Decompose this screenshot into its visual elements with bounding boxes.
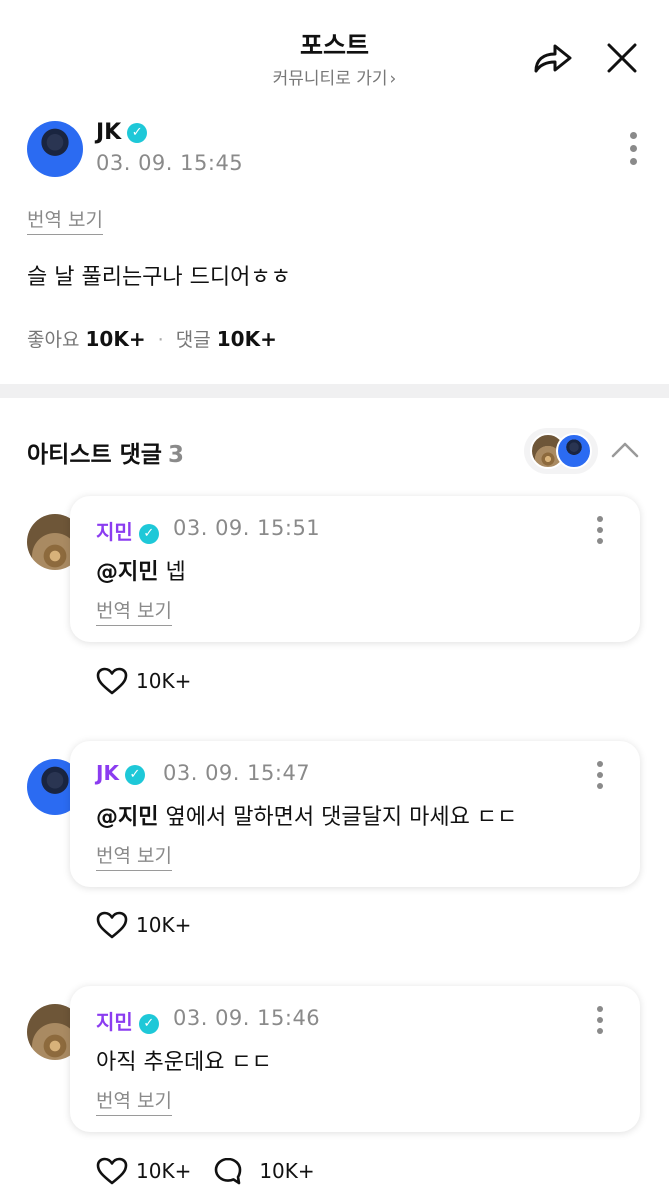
- heart-icon[interactable]: [96, 1157, 128, 1185]
- comment-date: 03. 09. 15:46: [173, 1006, 321, 1030]
- comment-body: 넵: [158, 560, 186, 585]
- comment-more-icon[interactable]: [594, 761, 606, 794]
- comment-more-icon[interactable]: [594, 516, 606, 549]
- comment-body: 옆에서 말하면서 댓글달지 마세요 ㄷㄷ: [158, 805, 518, 830]
- heart-icon[interactable]: [96, 667, 128, 695]
- share-icon[interactable]: [530, 38, 576, 78]
- comment-mention[interactable]: @지민: [96, 560, 158, 585]
- comment-actions: 10K+ 10K+: [96, 1156, 315, 1186]
- comment-mention[interactable]: @지민: [96, 805, 158, 830]
- comment-icon[interactable]: [213, 1156, 243, 1186]
- heart-icon[interactable]: [96, 911, 128, 939]
- post-translate-button[interactable]: 번역 보기: [27, 205, 103, 235]
- comment-author-label: JK: [96, 761, 119, 785]
- comment-text: @지민 넵: [96, 554, 186, 586]
- comment-actions: 10K+: [96, 911, 191, 939]
- comment-actions: 10K+: [96, 667, 191, 695]
- stats-separator: ·: [157, 329, 164, 351]
- post-date: 03. 09. 15:45: [96, 151, 244, 175]
- comments-label: 댓글: [175, 329, 211, 351]
- comment-author[interactable]: 지민 ✓: [96, 1006, 159, 1035]
- likes-count: 10K+: [85, 327, 146, 351]
- comment-text: 아직 추운데요 ㄷㄷ: [96, 1044, 272, 1076]
- chevron-right-icon: ›: [389, 69, 397, 89]
- comment-date: 03. 09. 15:47: [163, 761, 311, 785]
- top-bar: 포스트 커뮤니티로 가기 ›: [0, 0, 669, 100]
- like-count: 10K+: [136, 913, 192, 937]
- artist-avatar-stack[interactable]: [524, 428, 598, 474]
- community-link-label: 커뮤니티로 가기: [272, 69, 388, 89]
- comment-body: 아직 추운데요 ㄷㄷ: [96, 1050, 272, 1075]
- comments-count: 10K+: [216, 327, 277, 351]
- comment-author[interactable]: JK ✓: [96, 761, 145, 785]
- artist-comments-title: 아티스트 댓글 3: [27, 435, 184, 469]
- post-more-icon[interactable]: [627, 132, 639, 171]
- artist-comments-label: 아티스트 댓글: [27, 442, 162, 468]
- post-author-avatar[interactable]: [27, 121, 83, 177]
- comment-text: @지민 옆에서 말하면서 댓글달지 마세요 ㄷㄷ: [96, 799, 517, 831]
- post-author-label: JK: [96, 120, 122, 145]
- section-divider: [0, 384, 669, 398]
- chevron-up-icon[interactable]: [609, 438, 641, 462]
- reply-count: 10K+: [259, 1159, 315, 1183]
- comment-author[interactable]: 지민 ✓: [96, 516, 159, 545]
- comment-bubble: JK ✓ 03. 09. 15:47 @지민 옆에서 말하면서 댓글달지 마세요 …: [70, 741, 640, 887]
- post-stats: 좋아요 10K+ · 댓글 10K+: [27, 325, 277, 352]
- artist-comments-count: 3: [167, 442, 184, 468]
- like-count: 10K+: [136, 669, 192, 693]
- verified-icon: ✓: [127, 123, 148, 143]
- comment-translate-button[interactable]: 번역 보기: [96, 841, 172, 871]
- likes-label: 좋아요: [27, 329, 80, 351]
- comment-author-label: 지민: [96, 1010, 133, 1034]
- like-count: 10K+: [136, 1159, 192, 1183]
- comment-more-icon[interactable]: [594, 1006, 606, 1039]
- avatar: [556, 433, 592, 469]
- verified-icon: ✓: [124, 764, 145, 785]
- comment-translate-button[interactable]: 번역 보기: [96, 596, 172, 626]
- comment-translate-button[interactable]: 번역 보기: [96, 1086, 172, 1116]
- comment-author-label: 지민: [96, 520, 133, 544]
- post-body: 슬 날 풀리는구나 드디어ㅎㅎ: [27, 265, 291, 290]
- comment-date: 03. 09. 15:51: [173, 516, 321, 540]
- verified-icon: ✓: [138, 1013, 159, 1034]
- close-icon[interactable]: [602, 38, 642, 78]
- verified-icon: ✓: [138, 523, 159, 544]
- post-author-name[interactable]: JK ✓: [96, 120, 148, 145]
- comment-bubble: 지민 ✓ 03. 09. 15:46 아직 추운데요 ㄷㄷ 번역 보기: [70, 986, 640, 1132]
- comment-bubble: 지민 ✓ 03. 09. 15:51 @지민 넵 번역 보기: [70, 496, 640, 642]
